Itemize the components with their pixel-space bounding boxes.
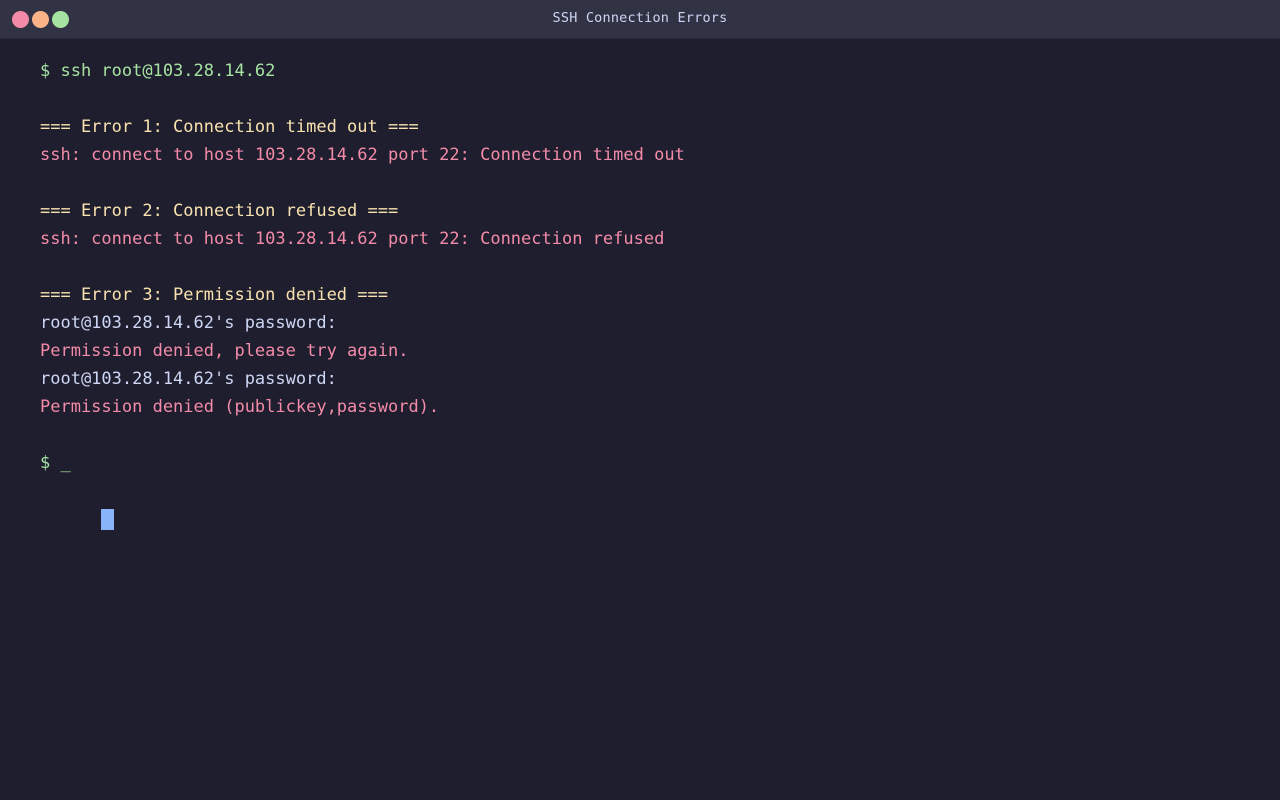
permission-denied-1: Permission denied, please try again. [40, 341, 409, 361]
password-prompt-2: root@103.28.14.62's password: [40, 369, 337, 389]
ssh-command-line: $ ssh root@103.28.14.62 [40, 61, 276, 81]
error1-header: === Error 1: Connection timed out === [40, 117, 419, 137]
shell-prompt: $ _ [40, 453, 71, 473]
window-title: SSH Connection Errors [552, 10, 728, 26]
cursor-line [40, 477, 1240, 530]
error1-message: ssh: connect to host 103.28.14.62 port 2… [40, 145, 685, 165]
error2-message: ssh: connect to host 103.28.14.62 port 2… [40, 229, 665, 249]
terminal-window: SSH Connection Errors $ ssh root@103.28.… [0, 0, 1280, 800]
error2-header: === Error 2: Connection refused === [40, 201, 399, 221]
permission-denied-2: Permission denied (publickey,password). [40, 397, 440, 417]
title-bar: SSH Connection Errors [0, 0, 1280, 39]
error3-header: === Error 3: Permission denied === [40, 285, 388, 305]
terminal-cursor [101, 509, 115, 530]
terminal-output[interactable]: $ ssh root@103.28.14.62 === Error 1: Con… [40, 57, 1240, 530]
password-prompt-1: root@103.28.14.62's password: [40, 313, 337, 333]
